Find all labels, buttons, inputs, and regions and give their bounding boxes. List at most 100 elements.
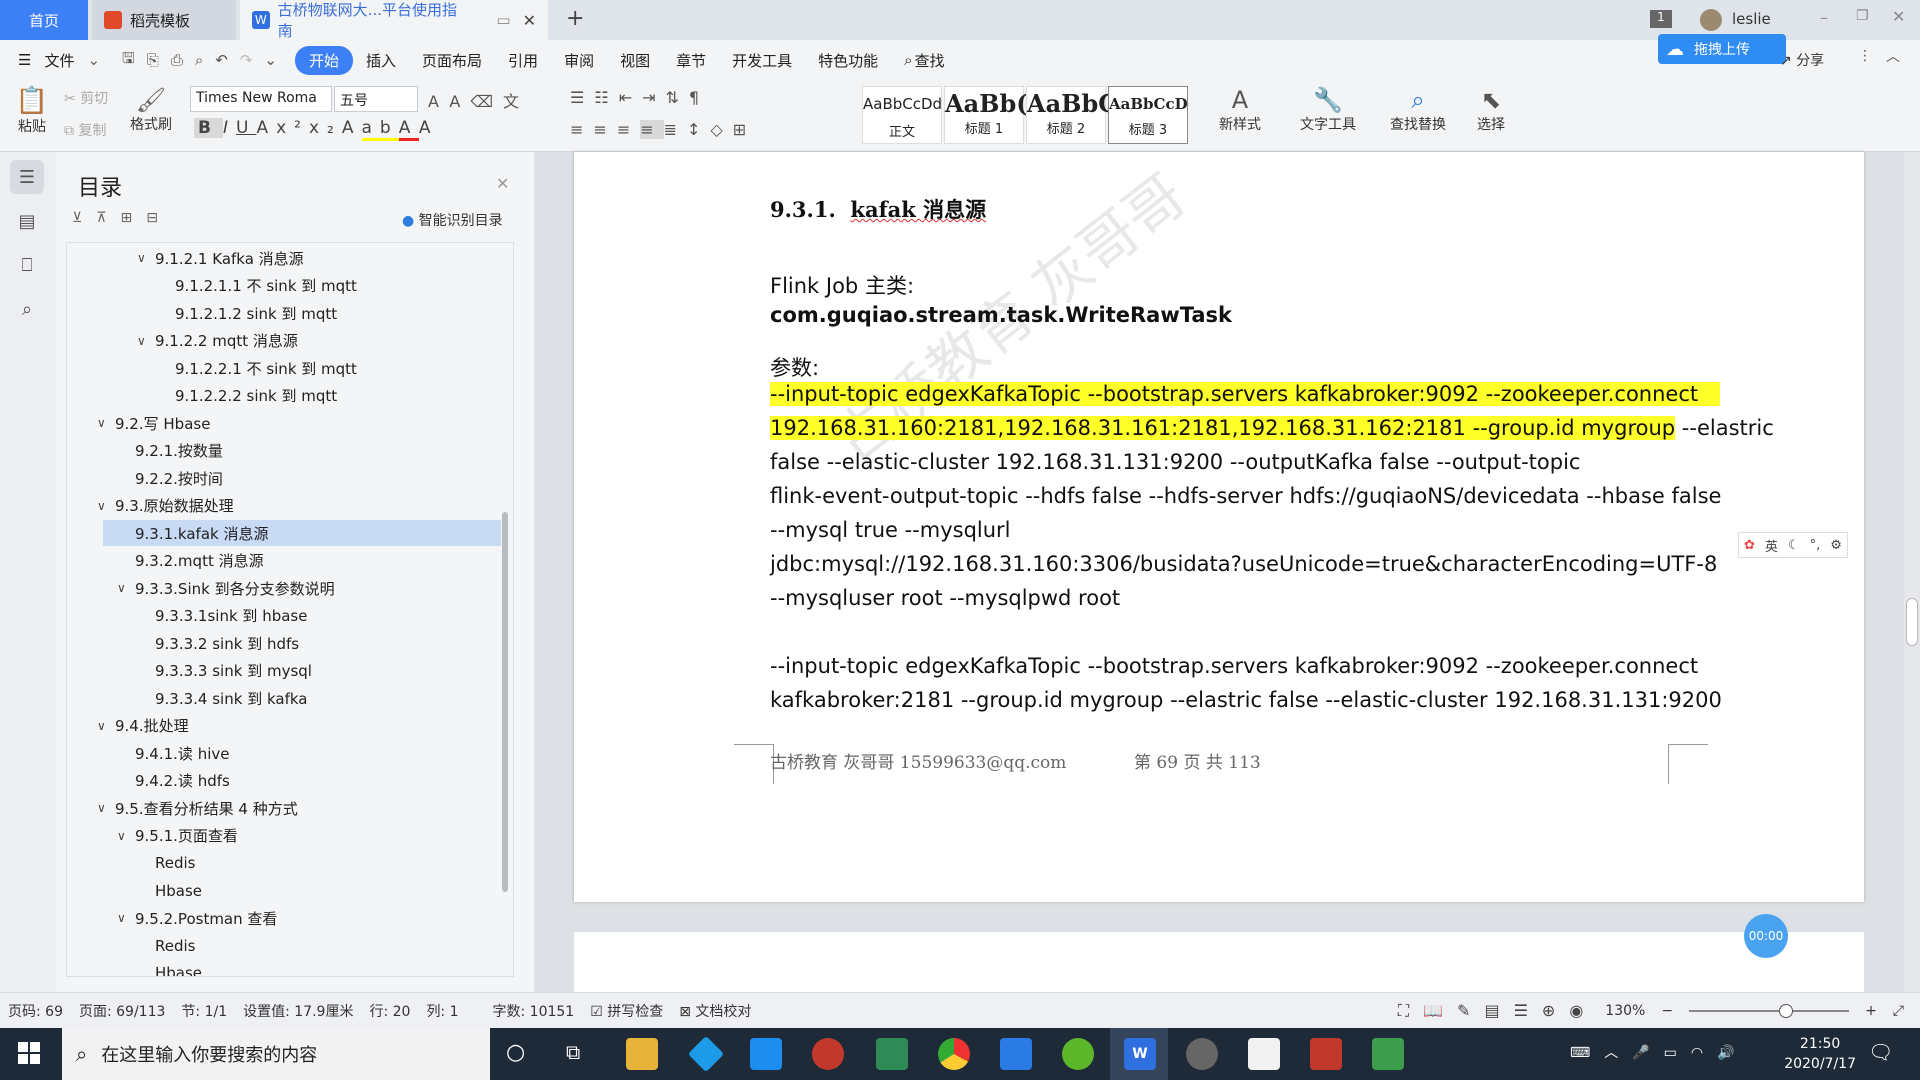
document-scrollbar-track[interactable]: [1904, 152, 1920, 992]
mic-icon[interactable]: 🎤: [1632, 1045, 1663, 1061]
bold-icon[interactable]: B: [194, 118, 223, 138]
number-list-icon[interactable]: ☷: [594, 88, 618, 107]
spell-check-button[interactable]: ☑ 拼写检查: [590, 1001, 663, 1021]
outline-item[interactable]: 9.3.3.2 sink 到 hdfs: [67, 630, 507, 656]
pinyin-icon[interactable]: 文: [503, 92, 529, 111]
zoom-slider[interactable]: [1689, 1003, 1850, 1018]
justify-icon[interactable]: ≡: [640, 120, 664, 139]
outline-item[interactable]: ∨ 9.5.1.页面查看: [67, 823, 507, 849]
app-blue-icon[interactable]: [750, 1038, 782, 1070]
undo-icon[interactable]: ↶: [209, 51, 234, 69]
style-normal[interactable]: AaBbCcDd 正文: [862, 86, 942, 144]
menu-start[interactable]: 开始: [295, 45, 354, 75]
app-chart-icon[interactable]: [1248, 1038, 1280, 1070]
settings-gear-icon[interactable]: ⚙: [1830, 538, 1842, 553]
page-view-icon[interactable]: ▤: [1484, 1001, 1513, 1020]
zoom-slider-handle[interactable]: [1779, 1003, 1794, 1018]
chevron-down-icon[interactable]: ∨: [97, 719, 111, 733]
search-icon[interactable]: ⌕: [891, 51, 914, 69]
app-frog-icon[interactable]: [1062, 1038, 1094, 1070]
outline-item[interactable]: 9.1.2.1.1 不 sink 到 mqtt: [67, 273, 507, 299]
outline-item[interactable]: Hbase: [67, 878, 507, 904]
zoom-level[interactable]: 130%: [1605, 1003, 1645, 1019]
outline-item[interactable]: ∨ 9.3.3.Sink 到各分支参数说明: [67, 575, 507, 601]
find-replace-button[interactable]: ⌕ 查找替换: [1380, 86, 1456, 134]
cortana-icon[interactable]: ○: [506, 1040, 525, 1065]
status-words[interactable]: 字数: 10151: [493, 1001, 575, 1021]
wps-writer-icon[interactable]: W: [1124, 1038, 1156, 1070]
chevron-down-icon[interactable]: ∨: [117, 829, 131, 843]
redis-icon[interactable]: [1310, 1038, 1342, 1070]
battery-icon[interactable]: ▭: [1664, 1045, 1691, 1061]
char-shading-icon[interactable]: A: [419, 118, 439, 138]
bullet-list-icon[interactable]: ☰: [570, 88, 594, 107]
fit-icon[interactable]: ⤢: [1893, 1003, 1904, 1019]
punct-icon[interactable]: °,: [1810, 538, 1821, 553]
outline-item[interactable]: 9.1.2.2.2 sink 到 mqtt: [67, 383, 507, 409]
align-right-icon[interactable]: ≡: [617, 120, 640, 139]
ime-label[interactable]: 英: [1765, 536, 1778, 555]
strike-icon[interactable]: A: [256, 118, 276, 138]
print-icon[interactable]: ⎙: [165, 51, 189, 69]
status-pages[interactable]: 页面: 69/113: [79, 1001, 165, 1021]
outline-item[interactable]: ∨ 9.5.2.Postman 查看: [67, 905, 507, 931]
menu-layout[interactable]: 页面布局: [409, 50, 495, 71]
app-excel-icon[interactable]: [1372, 1038, 1404, 1070]
outline-item[interactable]: ∨ 9.3.原始数据处理: [67, 493, 507, 519]
avatar[interactable]: [1700, 9, 1722, 31]
taskbar-clock[interactable]: 21:50 2020/7/17: [1784, 1034, 1856, 1074]
format-painter-button[interactable]: 🖌 格式刷: [128, 86, 174, 134]
new-style-button[interactable]: A 新样式: [1210, 86, 1270, 134]
expand-all-icon[interactable]: ⊻: [72, 210, 96, 226]
outline-item[interactable]: Redis: [67, 933, 507, 959]
shading-icon[interactable]: ◇: [710, 120, 732, 139]
app-diamond-icon[interactable]: [687, 1035, 725, 1073]
outline-item[interactable]: Hbase: [67, 960, 507, 976]
share-button[interactable]: ↗ 分享: [1780, 50, 1824, 70]
pages-nav-icon[interactable]: ▤: [10, 204, 44, 238]
more-icon[interactable]: ⌄: [258, 51, 295, 69]
border-icon[interactable]: ⊞: [733, 120, 756, 139]
align-center-icon[interactable]: ≡: [593, 120, 616, 139]
edit-mode-icon[interactable]: ✎: [1457, 1001, 1484, 1020]
select-button[interactable]: ⬉ 选择: [1466, 86, 1516, 134]
style-heading-3[interactable]: AaBbCcD 标题 3: [1108, 86, 1188, 144]
menu-view[interactable]: 视图: [607, 50, 663, 71]
outline-item[interactable]: 9.3.3.4 sink 到 kafka: [67, 685, 507, 711]
menu-file[interactable]: 文件: [44, 50, 87, 71]
outline-item[interactable]: 9.2.1.按数量: [67, 438, 507, 464]
chevron-down-icon[interactable]: ∨: [117, 911, 131, 925]
page-badge[interactable]: 1: [1650, 10, 1672, 28]
show-marks-icon[interactable]: ¶: [689, 88, 709, 107]
text-tools-button[interactable]: 🔧 文字工具: [1290, 86, 1366, 134]
outdent-icon[interactable]: ⇤: [619, 88, 642, 107]
hamburger-icon[interactable]: ☰: [0, 51, 44, 69]
fullscreen-icon[interactable]: ⛶: [1398, 1001, 1423, 1020]
outline-item[interactable]: 9.3.1.kafak 消息源: [103, 520, 501, 546]
volume-icon[interactable]: 🔊: [1717, 1045, 1748, 1061]
grow-font-icon[interactable]: A: [428, 92, 449, 111]
outline-item[interactable]: 9.3.2.mqtt 消息源: [67, 548, 507, 574]
cut-button[interactable]: ✂ 剪切: [64, 88, 108, 108]
redo-icon[interactable]: ↷: [234, 51, 259, 69]
style-heading-1[interactable]: AaBb(标题 1: [944, 86, 1028, 144]
chevron-down-icon[interactable]: ∨: [117, 581, 131, 595]
outline-item[interactable]: ∨ 9.4.批处理: [67, 713, 507, 739]
zoom-in-icon[interactable]: +: [1865, 1003, 1877, 1019]
outline-item[interactable]: Redis: [67, 850, 507, 876]
outline-item[interactable]: 9.4.2.读 hdfs: [67, 768, 507, 794]
zoom-out-icon[interactable]: −: [1661, 1003, 1673, 1019]
chevron-down-icon[interactable]: ∨: [97, 499, 111, 513]
paste-button[interactable]: 📋 粘贴: [12, 86, 52, 136]
outline-item[interactable]: 9.3.3.3 sink 到 mysql: [67, 658, 507, 684]
moon-icon[interactable]: ☾: [1788, 538, 1800, 553]
taskbar-search[interactable]: ⌕ 在这里输入你要搜索的内容: [62, 1028, 490, 1080]
maximize-icon[interactable]: ❐: [1856, 8, 1869, 24]
chevron-down-icon[interactable]: ⌄: [87, 51, 116, 69]
chevron-down-icon[interactable]: ∨: [97, 801, 111, 815]
menu-insert[interactable]: 插入: [353, 50, 409, 71]
italic-icon[interactable]: I: [223, 118, 236, 138]
close-window-icon[interactable]: ✕: [1892, 7, 1905, 26]
outline-item[interactable]: 9.1.2.2.1 不 sink 到 mqtt: [67, 355, 507, 381]
user-name[interactable]: leslie: [1732, 10, 1771, 28]
